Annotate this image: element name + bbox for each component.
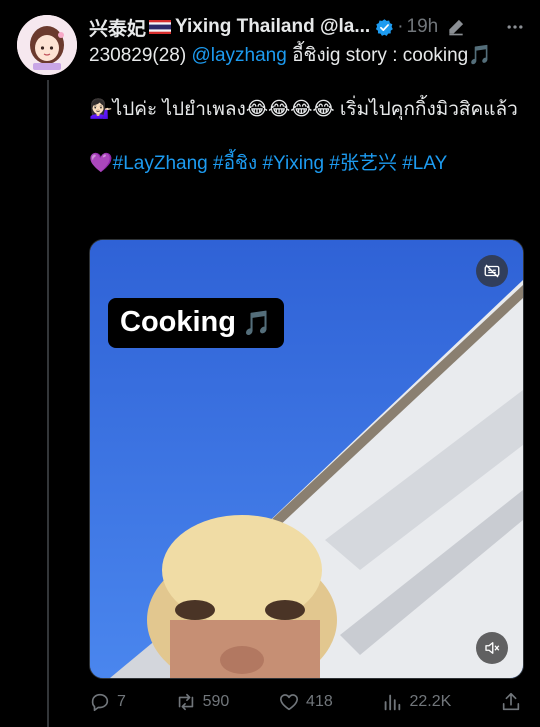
hashtag-link[interactable]: #LAY (402, 153, 447, 174)
video-caption: Cooking 🎵 (108, 298, 284, 348)
thread-line (47, 80, 49, 727)
tweet-header: 兴泰妃 Yixing Thailand @la... · 19h (89, 14, 526, 40)
like-count: 418 (306, 693, 333, 710)
hashtag-link[interactable]: #Yixing (262, 153, 324, 174)
tweet-line-2: 💁🏻‍♀️ไปค่ะ ไปยำเพลง😂😂😂😂 เริ่มไปคุกกิ้งมิ… (89, 99, 518, 120)
purple-heart-emoji: 💜 (89, 153, 113, 174)
heart-icon (280, 694, 299, 711)
edit-icon[interactable] (446, 17, 466, 37)
mute-toggle-button[interactable] (476, 632, 508, 664)
captions-off-icon (484, 264, 500, 278)
tweet-line-1: 230829(28) @layzhang อี้ชิงig story : co… (89, 42, 525, 69)
action-bar: 7 590 418 22.2K (89, 687, 522, 717)
retweet-button[interactable]: 590 (175, 691, 230, 713)
timestamp[interactable]: 19h (407, 16, 439, 38)
display-name[interactable]: Yixing Thailand @la... (175, 16, 370, 38)
speaker-muted-icon (485, 642, 500, 654)
tweet-date-prefix: 230829(28) (89, 45, 192, 66)
share-button[interactable] (500, 691, 522, 713)
reply-icon (91, 693, 109, 712)
hashtag-link[interactable]: #อี้ชิง (213, 153, 257, 174)
hide-captions-button[interactable] (476, 255, 508, 287)
thailand-flag-icon (149, 20, 172, 34)
music-note-emoji: 🎵 (242, 310, 272, 337)
separator-dot: · (397, 16, 404, 37)
reply-button[interactable]: 7 (89, 691, 126, 713)
verified-badge-icon[interactable] (375, 18, 394, 37)
tweet-text: 230829(28) @layzhang อี้ชิงig story : co… (89, 42, 525, 177)
views-chart-icon (385, 694, 401, 711)
share-icon (502, 692, 520, 711)
avatar[interactable] (17, 15, 77, 75)
more-options-icon[interactable] (504, 17, 526, 37)
mention-link[interactable]: @layzhang (191, 45, 286, 66)
hashtag-link[interactable]: #张艺兴 (329, 153, 397, 174)
like-button[interactable]: 418 (278, 691, 333, 713)
avatar-image (17, 15, 77, 75)
view-count: 22.2K (409, 693, 452, 710)
views-button[interactable]: 22.2K (381, 691, 451, 713)
retweet-icon (178, 693, 193, 711)
hashtag-link[interactable]: #LayZhang (113, 153, 208, 174)
caption-text: Cooking (120, 306, 236, 338)
author-name[interactable]: 兴泰妃 (89, 14, 146, 41)
reply-count: 7 (117, 693, 126, 710)
media-video[interactable]: Cooking 🎵 (89, 239, 524, 679)
hashtag-line: 💜#LayZhang #อี้ชิง #Yixing #张艺兴 #LAY (89, 150, 525, 177)
tweet-line-1-suffix: อี้ชิงig story : cooking🎵 (286, 45, 492, 66)
retweet-count: 590 (202, 693, 230, 710)
